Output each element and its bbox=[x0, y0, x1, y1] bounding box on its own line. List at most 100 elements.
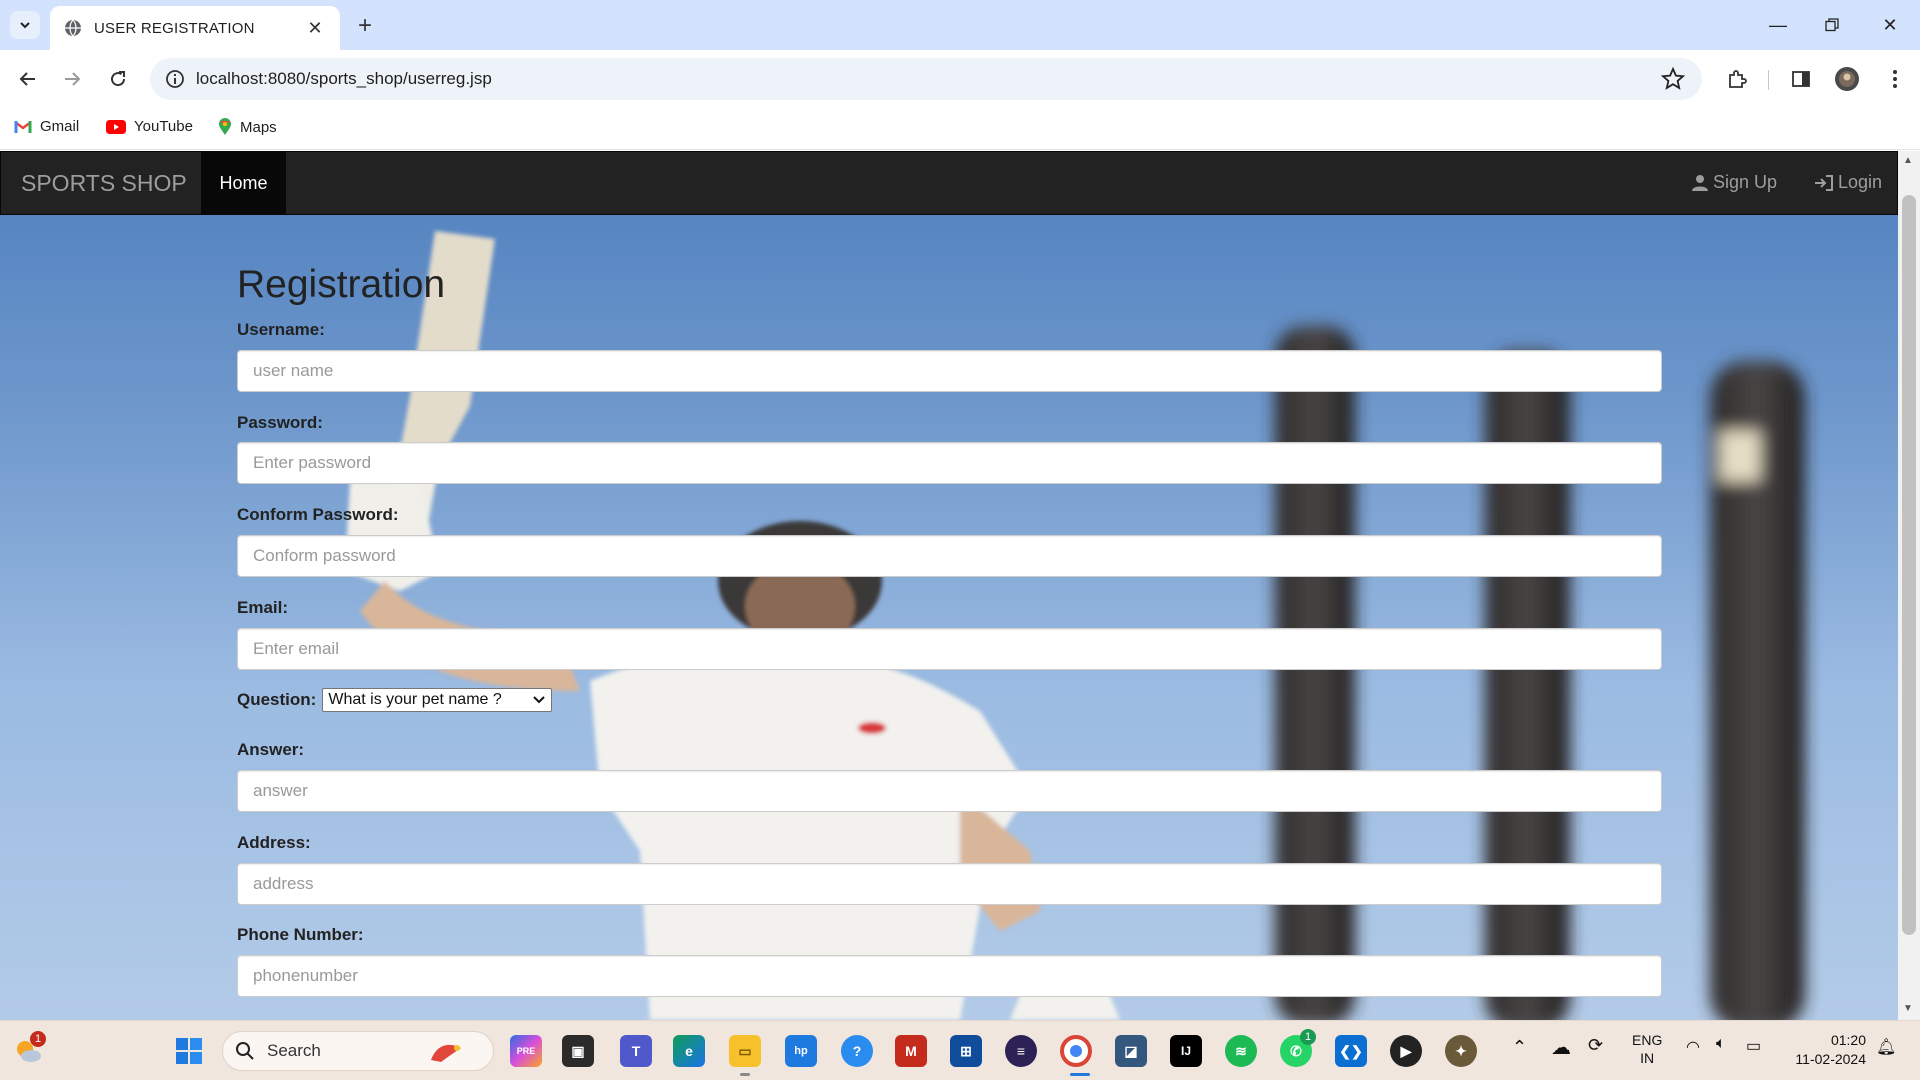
battery-icon[interactable]: ▭ bbox=[1746, 1036, 1761, 1056]
store-app[interactable]: ⊞ bbox=[950, 1035, 982, 1067]
close-window-button[interactable]: ✕ bbox=[1870, 10, 1910, 40]
wifi-icon[interactable]: ◠ bbox=[1686, 1037, 1700, 1057]
tray-overflow-icon[interactable]: ⌃ bbox=[1512, 1037, 1527, 1058]
lang-line1: ENG bbox=[1632, 1032, 1663, 1048]
chrome-app[interactable] bbox=[1060, 1035, 1092, 1067]
mcafee-app[interactable]: M bbox=[895, 1035, 927, 1067]
login-link[interactable]: Login bbox=[1814, 172, 1882, 193]
back-button[interactable] bbox=[13, 64, 43, 94]
address-input[interactable] bbox=[237, 863, 1662, 905]
side-panel-button[interactable] bbox=[1786, 64, 1816, 94]
eclipse-app[interactable]: ≡ bbox=[1005, 1035, 1037, 1067]
email-input[interactable] bbox=[237, 628, 1662, 670]
chevron-down-icon bbox=[20, 22, 30, 29]
onedrive-icon[interactable]: ☁ bbox=[1551, 1035, 1571, 1060]
phone-label: Phone Number: bbox=[237, 925, 364, 944]
browser-tab-strip: USER REGISTRATION ✕ + — ✕ bbox=[0, 0, 1920, 50]
reload-icon bbox=[111, 71, 126, 87]
bookmark-star-icon[interactable] bbox=[1660, 66, 1686, 92]
dragon-icon bbox=[431, 1044, 461, 1062]
scrollbar-thumb[interactable] bbox=[1902, 195, 1916, 935]
phone-input[interactable] bbox=[237, 955, 1662, 997]
maps-icon bbox=[219, 118, 231, 135]
question-select[interactable]: What is your pet name ? bbox=[322, 688, 553, 712]
tab-title: USER REGISTRATION bbox=[94, 19, 255, 37]
taskbar-search[interactable]: Search bbox=[222, 1031, 494, 1071]
vscode-icon: ❮❯ bbox=[1339, 1042, 1363, 1059]
copilot-icon: PRE bbox=[516, 1046, 536, 1056]
browser-menu-button[interactable] bbox=[1880, 64, 1910, 94]
close-tab-icon[interactable]: ✕ bbox=[304, 18, 326, 39]
notification-bell-icon[interactable]: 🔔︎ bbox=[1876, 1037, 1896, 1057]
signup-link[interactable]: Sign Up bbox=[1691, 172, 1777, 193]
bookmark-maps[interactable]: Maps bbox=[218, 118, 277, 136]
clock[interactable]: 01:20 11-02-2024 bbox=[1786, 1031, 1866, 1069]
whatsapp-badge: 1 bbox=[1300, 1029, 1316, 1045]
reload-button[interactable] bbox=[103, 64, 133, 94]
confirm-password-input[interactable] bbox=[237, 535, 1662, 577]
page-scrollbar[interactable]: ▲ ▼ bbox=[1898, 151, 1920, 1020]
page-title: Registration bbox=[237, 263, 446, 306]
arrow-left-icon bbox=[19, 72, 35, 86]
bookmark-label: Maps bbox=[240, 118, 277, 136]
task-view-icon: ▣ bbox=[571, 1042, 585, 1059]
vscode-app[interactable]: ❮❯ bbox=[1335, 1035, 1367, 1067]
forward-button[interactable] bbox=[57, 64, 87, 94]
site-brand[interactable]: SPORTS SHOP bbox=[21, 170, 187, 197]
lang-line2: IN bbox=[1640, 1050, 1655, 1066]
bookmarks-bar: Gmail YouTube Maps bbox=[0, 108, 1920, 150]
volume-icon[interactable]: 🔈︎ bbox=[1716, 1035, 1726, 1053]
bookmark-youtube[interactable]: YouTube bbox=[106, 118, 193, 135]
signup-label: Sign Up bbox=[1713, 172, 1778, 192]
myhp-app[interactable]: hp bbox=[785, 1035, 817, 1067]
toolbar-divider bbox=[1768, 70, 1769, 90]
sync-icon[interactable]: ⟳ bbox=[1588, 1035, 1603, 1056]
file-explorer-app[interactable]: ▭ bbox=[729, 1035, 761, 1067]
restore-icon bbox=[1825, 18, 1839, 32]
language-indicator[interactable]: ENG IN bbox=[1632, 1031, 1662, 1067]
start-button[interactable] bbox=[173, 1035, 205, 1067]
weather-badge: 1 bbox=[30, 1031, 46, 1047]
address-bar[interactable]: localhost:8080/sports_shop/userreg.jsp bbox=[150, 58, 1702, 100]
minimize-button[interactable]: — bbox=[1758, 10, 1798, 40]
globe-icon bbox=[65, 19, 81, 37]
address-label: Address: bbox=[237, 833, 311, 852]
search-label: Search bbox=[267, 1041, 321, 1060]
chrome-icon bbox=[1070, 1045, 1082, 1057]
username-label: Username: bbox=[237, 320, 325, 339]
site-info-icon[interactable] bbox=[164, 68, 186, 90]
browser-tab-active[interactable]: USER REGISTRATION ✕ bbox=[50, 6, 340, 50]
mysql-workbench-app[interactable]: ◪ bbox=[1115, 1035, 1147, 1067]
scroll-up-arrow-icon[interactable]: ▲ bbox=[1903, 155, 1913, 166]
intellij-app[interactable]: IJ bbox=[1170, 1035, 1202, 1067]
extensions-button[interactable] bbox=[1722, 64, 1752, 94]
running-indicator bbox=[740, 1073, 750, 1076]
password-input[interactable] bbox=[237, 442, 1662, 484]
help-app[interactable]: ? bbox=[841, 1035, 873, 1067]
answer-input[interactable] bbox=[237, 770, 1662, 812]
copilot-app[interactable]: PRE bbox=[510, 1035, 542, 1067]
username-input[interactable] bbox=[237, 350, 1662, 392]
puzzle-icon bbox=[1729, 70, 1747, 88]
media-player-app[interactable]: ▶ bbox=[1390, 1035, 1422, 1067]
task-view-app[interactable]: ▣ bbox=[562, 1035, 594, 1067]
scroll-down-arrow-icon[interactable]: ▼ bbox=[1903, 1003, 1913, 1014]
tab-search-button[interactable] bbox=[10, 11, 40, 39]
question-row: Question: What is your pet name ? bbox=[237, 688, 553, 712]
restore-button[interactable] bbox=[1812, 10, 1852, 40]
side-panel-icon bbox=[1792, 71, 1810, 87]
answer-label: Answer: bbox=[237, 740, 305, 759]
nav-home-link[interactable]: Home bbox=[201, 152, 286, 215]
intellij-icon: IJ bbox=[1180, 1044, 1191, 1058]
edge-app[interactable]: e bbox=[673, 1035, 705, 1067]
youtube-icon bbox=[106, 119, 126, 134]
spotify-app[interactable]: ≋ bbox=[1225, 1035, 1257, 1067]
url-text[interactable]: localhost:8080/sports_shop/userreg.jsp bbox=[196, 69, 492, 89]
bookmark-gmail[interactable]: Gmail bbox=[14, 118, 79, 135]
play-icon: ▶ bbox=[1400, 1042, 1412, 1059]
windows-taskbar: 1 Search PRE ▣ T e ▭ hp ? M ⊞ ≡ ◪ IJ ≋ ✆… bbox=[0, 1020, 1920, 1080]
profile-avatar[interactable] bbox=[1832, 64, 1862, 94]
teams-badge-placeholder bbox=[633, 1029, 649, 1045]
game-app[interactable]: ✦ bbox=[1445, 1035, 1477, 1067]
new-tab-button[interactable]: + bbox=[352, 12, 378, 40]
